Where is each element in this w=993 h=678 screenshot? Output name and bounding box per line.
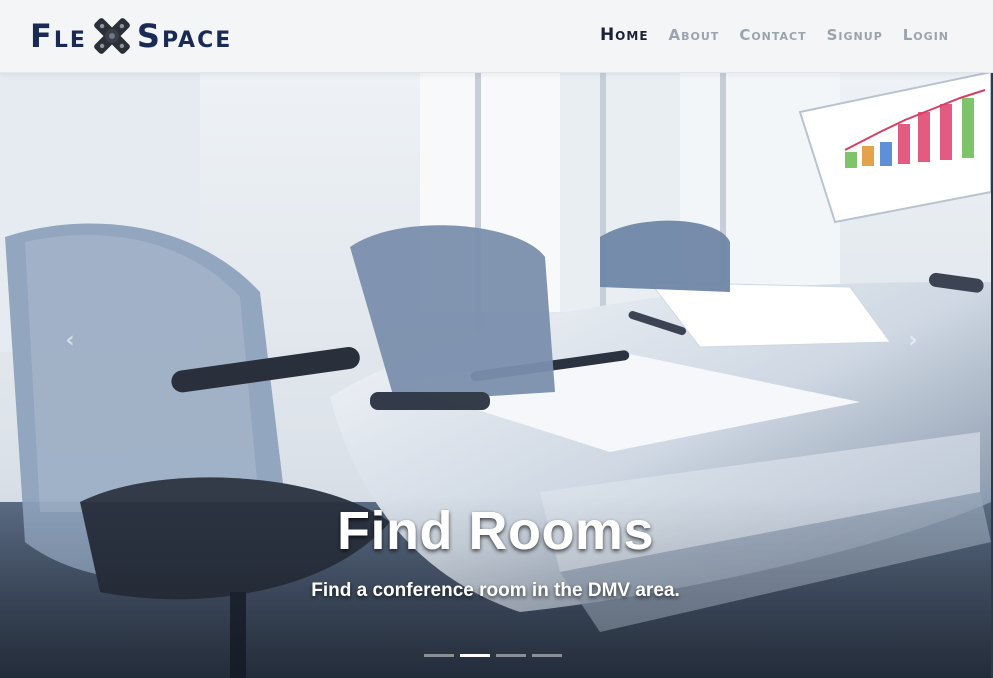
navbar: Fle Space Home About Contact Signup Logi… bbox=[0, 0, 993, 73]
carousel-indicator-2[interactable] bbox=[460, 654, 490, 657]
page: Fle Space Home About Contact Signup Logi… bbox=[0, 0, 993, 678]
chevron-right-icon: › bbox=[908, 327, 918, 353]
nav-signup-link[interactable]: Signup bbox=[827, 22, 883, 48]
chevron-left-icon: ‹ bbox=[65, 327, 75, 353]
carousel-indicator-3[interactable] bbox=[496, 654, 526, 657]
carousel-indicator-1[interactable] bbox=[424, 654, 454, 657]
carousel-next-button[interactable]: › bbox=[895, 322, 931, 358]
hero-subtitle: Find a conference room in the DMV area. bbox=[311, 580, 680, 601]
nav-contact-link[interactable]: Contact bbox=[739, 22, 806, 48]
main-nav: Home About Contact Signup Login bbox=[600, 22, 949, 48]
puzzle-x-icon bbox=[89, 13, 135, 59]
hero-title: Find Rooms bbox=[337, 501, 654, 561]
carousel-indicators bbox=[424, 654, 562, 657]
nav-home-link[interactable]: Home bbox=[600, 22, 649, 48]
nav-about-link[interactable]: About bbox=[669, 22, 720, 48]
brand-logo[interactable]: Fle Space bbox=[30, 12, 232, 60]
hero-carousel: Find Rooms Find a conference room in the… bbox=[0, 72, 991, 678]
carousel-indicator-4[interactable] bbox=[532, 654, 562, 657]
carousel-prev-button[interactable]: ‹ bbox=[52, 322, 88, 358]
nav-login-link[interactable]: Login bbox=[903, 22, 949, 48]
brand-name-left: Fle bbox=[30, 17, 87, 55]
brand-name-right: Space bbox=[136, 17, 233, 55]
